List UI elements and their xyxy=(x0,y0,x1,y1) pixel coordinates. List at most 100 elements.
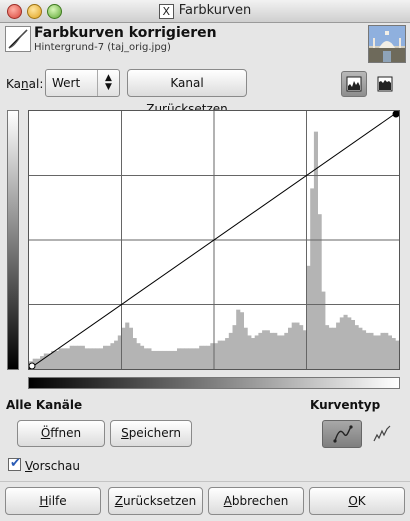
ok-button[interactable]: OK xyxy=(309,487,405,515)
open-button[interactable]: Öffnen xyxy=(17,420,105,447)
histogram-bin xyxy=(243,327,248,369)
curves-tool-icon xyxy=(5,26,31,52)
cancel-button[interactable]: Abbrechen xyxy=(208,487,304,515)
histogram-bin xyxy=(280,335,285,369)
histogram-bin xyxy=(376,335,381,369)
x11-icon: X xyxy=(158,4,174,19)
dialog-title: Farbkurven korrigieren xyxy=(34,25,217,41)
histogram-bin xyxy=(350,319,355,369)
preview-label[interactable]: Vorschau xyxy=(25,459,80,473)
histogram-bin xyxy=(69,345,74,369)
histogram-bin xyxy=(317,214,322,369)
curve-control-point[interactable] xyxy=(29,362,36,369)
help-button[interactable]: Hilfe xyxy=(5,487,101,515)
histogram-bin xyxy=(269,332,274,369)
histogram-bin xyxy=(214,343,219,369)
save-button[interactable]: Speichern xyxy=(110,420,192,447)
title-bar[interactable]: X Farbkurven xyxy=(0,0,410,23)
histogram-bin xyxy=(62,348,67,369)
channel-label: Kanal: xyxy=(6,77,44,91)
histogram-bin xyxy=(295,322,300,369)
histogram-bin xyxy=(162,350,167,369)
histogram-bin xyxy=(384,332,389,369)
histogram-bin xyxy=(273,332,278,369)
histogram-bin xyxy=(365,332,370,369)
freehand-curve-type-button[interactable] xyxy=(370,422,394,446)
histogram-bin xyxy=(387,335,392,369)
histogram-bin xyxy=(132,338,137,369)
histogram-bin xyxy=(158,350,163,369)
histogram-bin xyxy=(321,291,326,369)
histogram-bin xyxy=(276,335,281,369)
button-separator xyxy=(0,481,410,482)
histogram-bin xyxy=(140,345,145,369)
histogram-bin xyxy=(254,335,259,369)
channel-select-value: Wert xyxy=(52,76,81,90)
input-gradient-bar xyxy=(28,377,400,389)
reset-button[interactable]: Zurücksetzen xyxy=(108,487,203,515)
histogram-bin xyxy=(343,314,348,369)
histogram-bin xyxy=(262,330,267,369)
histogram-bin xyxy=(95,348,100,369)
histogram-bin xyxy=(202,345,207,369)
histogram-bin xyxy=(84,348,89,369)
all-channels-label: Alle Kanäle xyxy=(6,398,83,412)
histogram-bin xyxy=(184,348,189,369)
histogram-bin xyxy=(147,348,152,369)
histogram-bin xyxy=(313,131,318,369)
histogram-bin xyxy=(225,338,230,369)
select-arrows-icon: ▲ ▼ xyxy=(97,70,119,96)
histogram-bin xyxy=(91,348,96,369)
histogram-bin xyxy=(54,350,59,369)
histogram-bin xyxy=(310,188,315,369)
histogram-bin xyxy=(77,345,82,369)
histogram-bin xyxy=(299,325,304,369)
histogram-bin xyxy=(110,343,115,369)
histogram-bin xyxy=(80,345,85,369)
histogram-bin xyxy=(191,348,196,369)
histogram-bin xyxy=(103,345,108,369)
histogram-bin xyxy=(188,348,193,369)
histogram-bin xyxy=(336,322,341,369)
histogram-bin xyxy=(195,348,200,369)
smooth-curve-type-button[interactable] xyxy=(322,420,362,448)
dialog-subtitle: Hintergrund-7 (taj_orig.jpg) xyxy=(34,42,171,53)
curve-graph[interactable] xyxy=(28,110,400,370)
histogram-bin xyxy=(121,327,126,369)
histogram-bin xyxy=(136,343,141,369)
histogram-bin xyxy=(73,345,78,369)
histogram-bin xyxy=(247,335,252,369)
histogram-bin xyxy=(288,327,293,369)
histogram-bin xyxy=(354,325,359,369)
histogram-bin xyxy=(380,332,385,369)
histogram-bin xyxy=(180,348,185,369)
curve-type-label: Kurventyp xyxy=(310,398,381,412)
preview-checkbox[interactable]: ✔ xyxy=(8,456,21,471)
linear-histogram-button[interactable] xyxy=(341,71,367,97)
image-thumbnail xyxy=(368,25,406,63)
histogram-bin xyxy=(347,317,352,369)
histogram-bin xyxy=(369,332,374,369)
channel-select[interactable]: Wert ▲ ▼ xyxy=(45,69,120,97)
histogram-bin xyxy=(165,350,170,369)
histogram-bin xyxy=(143,348,148,369)
histogram-bin xyxy=(99,348,104,369)
histogram-bin xyxy=(206,345,211,369)
curve-control-point[interactable] xyxy=(392,111,399,118)
histogram-bin xyxy=(232,325,237,369)
histogram-bin xyxy=(199,345,204,369)
histogram-bin xyxy=(284,332,289,369)
histogram-bin xyxy=(339,317,344,369)
histogram-bin xyxy=(88,348,93,369)
logarithmic-histogram-button[interactable] xyxy=(372,71,398,97)
histogram-bin xyxy=(251,338,256,369)
histogram-bin xyxy=(66,348,71,369)
histogram-bin xyxy=(325,325,330,369)
histogram-bin xyxy=(58,348,63,369)
histogram-bin xyxy=(177,348,182,369)
checkmark-icon: ✔ xyxy=(10,456,21,471)
histogram-bin xyxy=(236,309,241,369)
reset-channel-button[interactable]: Kanal Zurücksetzen xyxy=(127,69,247,116)
histogram-bin xyxy=(258,332,263,369)
window-title: Farbkurven xyxy=(178,3,252,18)
